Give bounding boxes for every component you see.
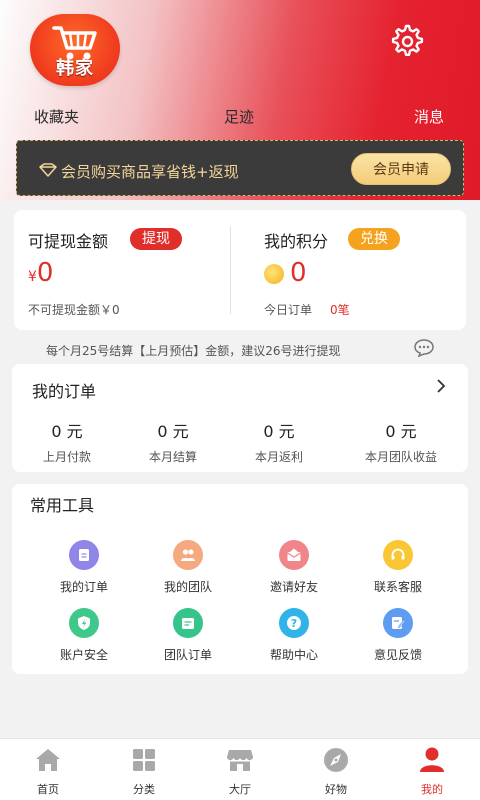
- card-divider: [230, 226, 231, 314]
- tool-label: 我的团队: [163, 580, 212, 594]
- tab-mine[interactable]: 我的: [384, 739, 480, 797]
- grid-icon: [133, 749, 155, 771]
- tool-label: 联系客服: [373, 580, 422, 594]
- tab-category[interactable]: 分类: [96, 739, 192, 797]
- diamond-icon: [39, 163, 57, 177]
- tab-label: 大厅: [229, 783, 251, 796]
- tab-goods[interactable]: 好物: [288, 739, 384, 797]
- balance-card: 可提现金额 提现 ¥0 不可提现金额￥0 我的积分 兑换 0 今日订单 0笔: [14, 210, 466, 330]
- order-icon: [69, 540, 99, 570]
- help-icon: ?: [279, 608, 309, 638]
- footprints-link[interactable]: 足迹: [224, 106, 254, 127]
- stat-this-month-settlement-label: 本月结算: [148, 450, 197, 464]
- stat-this-month-rebate-label: 本月返利: [254, 450, 303, 464]
- vip-promo-text: 会员购买商品享省钱+返现: [61, 163, 239, 181]
- svg-text:?: ?: [291, 617, 297, 630]
- service-icon: [383, 540, 413, 570]
- tool-team-orders[interactable]: 团队订单: [138, 608, 238, 663]
- non-withdrawable-text: 不可提现金额￥0: [28, 303, 120, 317]
- tools-title: 常用工具: [30, 496, 95, 515]
- stat-last-month-payment-value: 0 元: [51, 422, 83, 441]
- stat-team-income-label: 本月团队收益: [364, 450, 437, 464]
- tool-label: 帮助中心: [269, 648, 318, 662]
- coin-icon: [264, 264, 284, 284]
- home-icon: [36, 749, 60, 771]
- tool-label: 团队订单: [163, 648, 212, 662]
- withdraw-button[interactable]: 提现: [130, 228, 182, 250]
- compass-icon: [324, 748, 348, 772]
- orders-card[interactable]: 我的订单 0 元 上月付款 0 元 本月结算 0 元 本月返利 0 元 本月团队…: [12, 364, 468, 472]
- team-icon: [173, 540, 203, 570]
- tool-my-team[interactable]: 我的团队: [138, 540, 238, 595]
- chevron-right-icon[interactable]: [436, 378, 446, 394]
- stat-this-month-settlement-value: 0 元: [157, 422, 189, 441]
- withdrawable-amount: ¥0: [28, 258, 53, 288]
- tool-contact-service[interactable]: 联系客服: [348, 540, 448, 595]
- messages-link[interactable]: 消息: [414, 106, 444, 127]
- bottom-tab-bar: 首页 分类 大厅 好物 我的: [0, 738, 480, 800]
- favorites-link[interactable]: 收藏夹: [34, 106, 79, 127]
- tab-label: 分类: [133, 783, 155, 796]
- gear-icon[interactable]: [388, 22, 424, 58]
- withdrawable-label: 可提现金额: [28, 232, 109, 251]
- orders-title: 我的订单: [32, 382, 97, 401]
- vip-banner: 会员购买商品享省钱+返现 会员申请: [16, 140, 464, 196]
- invite-icon: [279, 540, 309, 570]
- stat-team-income-value: 0 元: [385, 422, 417, 441]
- tool-label: 意见反馈: [373, 648, 422, 662]
- tool-help-center[interactable]: ? 帮助中心: [244, 608, 344, 663]
- tool-label: 邀请好友: [269, 580, 318, 594]
- tab-home[interactable]: 首页: [0, 739, 96, 797]
- app-logo: 韩家: [30, 14, 120, 86]
- vip-apply-button[interactable]: 会员申请: [351, 153, 451, 185]
- today-orders-value: 0笔: [330, 303, 350, 317]
- points-value: 0: [290, 258, 307, 288]
- stat-this-month-rebate-value: 0 元: [263, 422, 295, 441]
- tab-label: 首页: [37, 783, 59, 796]
- store-icon: [227, 750, 253, 771]
- user-icon: [420, 747, 444, 772]
- exchange-button[interactable]: 兑换: [348, 228, 400, 250]
- tab-label: 好物: [325, 783, 347, 796]
- tools-card: 常用工具 我的订单 我的团队 邀请好友 联系客服 账户安全 团队订单 ? 帮助中…: [12, 484, 468, 674]
- team-order-icon: [173, 608, 203, 638]
- logo-text: 韩家: [56, 58, 94, 79]
- chat-bubble-icon[interactable]: [414, 339, 434, 357]
- shield-icon: [69, 608, 99, 638]
- tool-label: 账户安全: [59, 648, 108, 662]
- settlement-notice: 每个月25号结算【上月预估】金额，建议26号进行提现: [46, 344, 341, 358]
- tool-invite-friends[interactable]: 邀请好友: [244, 540, 344, 595]
- feedback-icon: [383, 608, 413, 638]
- tab-hall[interactable]: 大厅: [192, 739, 288, 797]
- tab-label: 我的: [421, 783, 443, 796]
- points-label: 我的积分: [264, 232, 329, 251]
- points-amount: 0: [290, 258, 307, 288]
- today-orders-label: 今日订单: [264, 303, 313, 317]
- tool-feedback[interactable]: 意见反馈: [348, 608, 448, 663]
- stat-last-month-payment-label: 上月付款: [42, 450, 91, 464]
- currency-symbol: ¥: [28, 269, 37, 285]
- withdrawable-value: 0: [36, 258, 54, 288]
- tool-label: 我的订单: [59, 580, 108, 594]
- tool-account-security[interactable]: 账户安全: [34, 608, 134, 663]
- tool-my-orders[interactable]: 我的订单: [34, 540, 134, 595]
